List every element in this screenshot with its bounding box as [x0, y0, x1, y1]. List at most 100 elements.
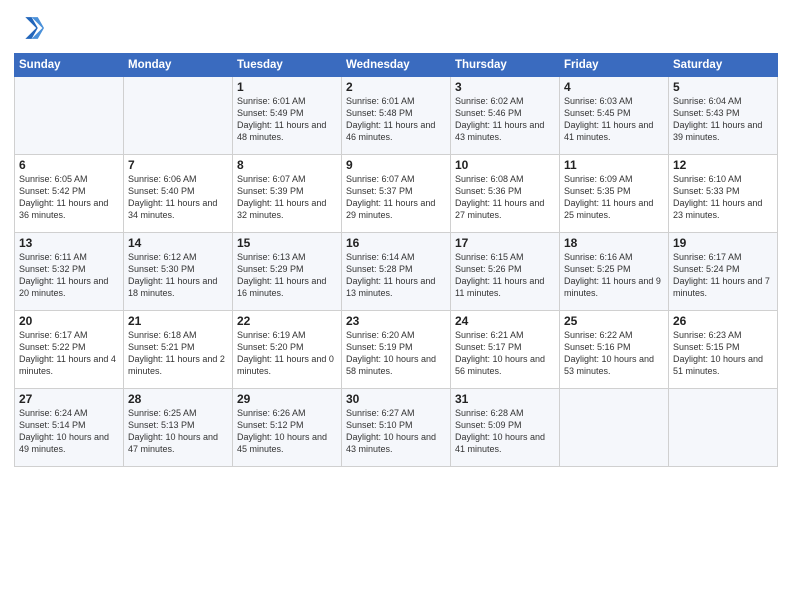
- day-info: Sunrise: 6:12 AMSunset: 5:30 PMDaylight:…: [128, 251, 228, 300]
- week-row-2: 6Sunrise: 6:05 AMSunset: 5:42 PMDaylight…: [15, 155, 778, 233]
- day-number: 14: [128, 236, 228, 250]
- day-number: 8: [237, 158, 337, 172]
- header-cell-friday: Friday: [560, 54, 669, 77]
- day-cell: 1Sunrise: 6:01 AMSunset: 5:49 PMDaylight…: [233, 77, 342, 155]
- header-cell-wednesday: Wednesday: [342, 54, 451, 77]
- header-row: SundayMondayTuesdayWednesdayThursdayFrid…: [15, 54, 778, 77]
- day-cell: 19Sunrise: 6:17 AMSunset: 5:24 PMDayligh…: [669, 233, 778, 311]
- day-number: 15: [237, 236, 337, 250]
- day-info: Sunrise: 6:01 AMSunset: 5:48 PMDaylight:…: [346, 95, 446, 144]
- day-number: 22: [237, 314, 337, 328]
- day-cell: 10Sunrise: 6:08 AMSunset: 5:36 PMDayligh…: [451, 155, 560, 233]
- day-cell: [560, 389, 669, 467]
- day-info: Sunrise: 6:04 AMSunset: 5:43 PMDaylight:…: [673, 95, 773, 144]
- day-cell: 15Sunrise: 6:13 AMSunset: 5:29 PMDayligh…: [233, 233, 342, 311]
- day-cell: 25Sunrise: 6:22 AMSunset: 5:16 PMDayligh…: [560, 311, 669, 389]
- header-cell-thursday: Thursday: [451, 54, 560, 77]
- day-cell: 17Sunrise: 6:15 AMSunset: 5:26 PMDayligh…: [451, 233, 560, 311]
- week-row-4: 20Sunrise: 6:17 AMSunset: 5:22 PMDayligh…: [15, 311, 778, 389]
- day-cell: 26Sunrise: 6:23 AMSunset: 5:15 PMDayligh…: [669, 311, 778, 389]
- day-number: 1: [237, 80, 337, 94]
- day-cell: 11Sunrise: 6:09 AMSunset: 5:35 PMDayligh…: [560, 155, 669, 233]
- day-number: 17: [455, 236, 555, 250]
- day-info: Sunrise: 6:26 AMSunset: 5:12 PMDaylight:…: [237, 407, 337, 456]
- day-cell: 29Sunrise: 6:26 AMSunset: 5:12 PMDayligh…: [233, 389, 342, 467]
- day-info: Sunrise: 6:19 AMSunset: 5:20 PMDaylight:…: [237, 329, 337, 378]
- day-info: Sunrise: 6:25 AMSunset: 5:13 PMDaylight:…: [128, 407, 228, 456]
- day-info: Sunrise: 6:08 AMSunset: 5:36 PMDaylight:…: [455, 173, 555, 222]
- day-cell: 28Sunrise: 6:25 AMSunset: 5:13 PMDayligh…: [124, 389, 233, 467]
- day-info: Sunrise: 6:06 AMSunset: 5:40 PMDaylight:…: [128, 173, 228, 222]
- day-number: 26: [673, 314, 773, 328]
- day-number: 29: [237, 392, 337, 406]
- day-info: Sunrise: 6:17 AMSunset: 5:24 PMDaylight:…: [673, 251, 773, 300]
- day-info: Sunrise: 6:05 AMSunset: 5:42 PMDaylight:…: [19, 173, 119, 222]
- day-cell: 14Sunrise: 6:12 AMSunset: 5:30 PMDayligh…: [124, 233, 233, 311]
- day-cell: 18Sunrise: 6:16 AMSunset: 5:25 PMDayligh…: [560, 233, 669, 311]
- header-cell-sunday: Sunday: [15, 54, 124, 77]
- day-cell: 12Sunrise: 6:10 AMSunset: 5:33 PMDayligh…: [669, 155, 778, 233]
- day-cell: 20Sunrise: 6:17 AMSunset: 5:22 PMDayligh…: [15, 311, 124, 389]
- day-number: 6: [19, 158, 119, 172]
- day-info: Sunrise: 6:15 AMSunset: 5:26 PMDaylight:…: [455, 251, 555, 300]
- logo: [14, 14, 44, 47]
- day-info: Sunrise: 6:09 AMSunset: 5:35 PMDaylight:…: [564, 173, 664, 222]
- day-cell: 16Sunrise: 6:14 AMSunset: 5:28 PMDayligh…: [342, 233, 451, 311]
- day-info: Sunrise: 6:03 AMSunset: 5:45 PMDaylight:…: [564, 95, 664, 144]
- day-number: 5: [673, 80, 773, 94]
- day-number: 13: [19, 236, 119, 250]
- day-cell: 2Sunrise: 6:01 AMSunset: 5:48 PMDaylight…: [342, 77, 451, 155]
- day-info: Sunrise: 6:11 AMSunset: 5:32 PMDaylight:…: [19, 251, 119, 300]
- page: SundayMondayTuesdayWednesdayThursdayFrid…: [0, 0, 792, 612]
- header: [14, 10, 778, 47]
- day-info: Sunrise: 6:17 AMSunset: 5:22 PMDaylight:…: [19, 329, 119, 378]
- day-info: Sunrise: 6:13 AMSunset: 5:29 PMDaylight:…: [237, 251, 337, 300]
- day-info: Sunrise: 6:10 AMSunset: 5:33 PMDaylight:…: [673, 173, 773, 222]
- day-number: 21: [128, 314, 228, 328]
- day-info: Sunrise: 6:21 AMSunset: 5:17 PMDaylight:…: [455, 329, 555, 378]
- day-number: 4: [564, 80, 664, 94]
- day-number: 18: [564, 236, 664, 250]
- day-number: 25: [564, 314, 664, 328]
- day-info: Sunrise: 6:18 AMSunset: 5:21 PMDaylight:…: [128, 329, 228, 378]
- day-cell: 27Sunrise: 6:24 AMSunset: 5:14 PMDayligh…: [15, 389, 124, 467]
- day-info: Sunrise: 6:07 AMSunset: 5:37 PMDaylight:…: [346, 173, 446, 222]
- day-cell: 8Sunrise: 6:07 AMSunset: 5:39 PMDaylight…: [233, 155, 342, 233]
- day-cell: 4Sunrise: 6:03 AMSunset: 5:45 PMDaylight…: [560, 77, 669, 155]
- logo-icon: [16, 14, 44, 42]
- day-info: Sunrise: 6:02 AMSunset: 5:46 PMDaylight:…: [455, 95, 555, 144]
- day-number: 12: [673, 158, 773, 172]
- day-info: Sunrise: 6:20 AMSunset: 5:19 PMDaylight:…: [346, 329, 446, 378]
- day-info: Sunrise: 6:27 AMSunset: 5:10 PMDaylight:…: [346, 407, 446, 456]
- day-number: 20: [19, 314, 119, 328]
- day-info: Sunrise: 6:24 AMSunset: 5:14 PMDaylight:…: [19, 407, 119, 456]
- day-cell: 6Sunrise: 6:05 AMSunset: 5:42 PMDaylight…: [15, 155, 124, 233]
- day-cell: 7Sunrise: 6:06 AMSunset: 5:40 PMDaylight…: [124, 155, 233, 233]
- day-cell: 23Sunrise: 6:20 AMSunset: 5:19 PMDayligh…: [342, 311, 451, 389]
- day-cell: 21Sunrise: 6:18 AMSunset: 5:21 PMDayligh…: [124, 311, 233, 389]
- day-number: 9: [346, 158, 446, 172]
- day-number: 27: [19, 392, 119, 406]
- day-cell: [124, 77, 233, 155]
- day-number: 2: [346, 80, 446, 94]
- day-number: 31: [455, 392, 555, 406]
- day-info: Sunrise: 6:16 AMSunset: 5:25 PMDaylight:…: [564, 251, 664, 300]
- day-number: 19: [673, 236, 773, 250]
- header-cell-tuesday: Tuesday: [233, 54, 342, 77]
- day-info: Sunrise: 6:14 AMSunset: 5:28 PMDaylight:…: [346, 251, 446, 300]
- day-info: Sunrise: 6:22 AMSunset: 5:16 PMDaylight:…: [564, 329, 664, 378]
- week-row-3: 13Sunrise: 6:11 AMSunset: 5:32 PMDayligh…: [15, 233, 778, 311]
- day-cell: 24Sunrise: 6:21 AMSunset: 5:17 PMDayligh…: [451, 311, 560, 389]
- day-cell: 30Sunrise: 6:27 AMSunset: 5:10 PMDayligh…: [342, 389, 451, 467]
- day-number: 11: [564, 158, 664, 172]
- week-row-1: 1Sunrise: 6:01 AMSunset: 5:49 PMDaylight…: [15, 77, 778, 155]
- day-cell: 22Sunrise: 6:19 AMSunset: 5:20 PMDayligh…: [233, 311, 342, 389]
- day-number: 24: [455, 314, 555, 328]
- day-info: Sunrise: 6:07 AMSunset: 5:39 PMDaylight:…: [237, 173, 337, 222]
- day-cell: [669, 389, 778, 467]
- day-number: 23: [346, 314, 446, 328]
- week-row-5: 27Sunrise: 6:24 AMSunset: 5:14 PMDayligh…: [15, 389, 778, 467]
- day-number: 10: [455, 158, 555, 172]
- day-cell: [15, 77, 124, 155]
- day-number: 28: [128, 392, 228, 406]
